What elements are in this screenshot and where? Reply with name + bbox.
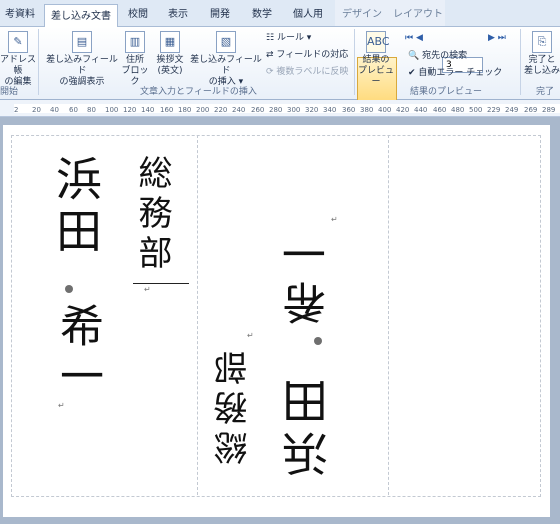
group-separator (520, 29, 521, 95)
highlight-merge-fields-button[interactable]: ▤ 差し込みフィールド の強調表示 (44, 31, 120, 88)
rules-icon: ☷ (266, 33, 277, 43)
tab-mailings[interactable]: 差し込み文書 (44, 4, 118, 28)
paragraph-mark: ↵ (331, 215, 338, 224)
preview-results-button[interactable]: ABC 結果の プレビュー (357, 31, 395, 88)
ruler-tick-label: 160 (160, 106, 174, 114)
group-label-preview: 結果のプレビュー (410, 87, 483, 97)
last-record-icon[interactable]: ⏭ (498, 33, 506, 43)
greeting-icon: ▦ (160, 31, 180, 53)
tab-personal[interactable]: 個人用 (286, 3, 330, 26)
ruler-bar: 2 20 40 60 80 100 120 140 160 180 200 220 240 260 280 3… (14, 104, 560, 114)
ribbon-tabs: 考資料 差し込み文書 校閲 表示 開発 数学 個人用 デザイン レイアウト (0, 0, 560, 28)
paragraph-mark: ↵ (144, 285, 151, 294)
ruler-tick-label: 320 (305, 106, 319, 114)
preview-results-icon: ABC (366, 31, 390, 53)
insert-merge-field-button[interactable]: ▧ 差し込みフィールド の挿入 ▾ (188, 31, 264, 88)
group-label-finish: 完了 (536, 87, 555, 97)
ruler-tick-label: 280 (269, 106, 283, 114)
ribbon: ✎ アドレス帳 の編集 ▤ 差し込みフィールド の強調表示 ▥ 住所 ブロック … (0, 27, 560, 113)
label-right-family-name: 浜田 (281, 373, 335, 477)
ruler-tick-label: 40 (50, 106, 59, 114)
insert-field-icon: ▧ (216, 31, 236, 53)
tab-math[interactable]: 数学 (244, 3, 280, 26)
greeting-line-button[interactable]: ▦ 挨拶文 (英文) (152, 31, 188, 77)
label-right-department: 総務部 (214, 345, 254, 465)
ruler-tick-label: 380 (360, 106, 374, 114)
label-left-family-name: 浜田 (49, 155, 103, 259)
ruler-tick-label: 100 (105, 106, 119, 114)
ruler-tick-label: 229 (487, 106, 501, 114)
first-record-icon[interactable]: ⏮ (405, 33, 413, 43)
label-column-divider (197, 135, 199, 495)
word-window: 考資料 差し込み文書 校閲 表示 開発 数学 個人用 デザイン レイアウト ✎ … (0, 0, 560, 524)
tab-view[interactable]: 表示 (160, 3, 196, 26)
paragraph-mark: ↵ (58, 401, 65, 410)
ruler-tick-label: 360 (342, 106, 356, 114)
find-recipient-icon: 🔍 (408, 51, 423, 61)
update-labels-icon: ⟳ (266, 67, 277, 77)
ruler-tick-label: 140 (141, 106, 155, 114)
ruler-tick-label: 20 (32, 106, 41, 114)
check-errors-icon: ✔ (408, 68, 419, 78)
find-recipient-button[interactable]: 🔍 宛先の検索 (408, 50, 467, 62)
ruler-tick-label: 2 (14, 106, 19, 114)
ruler-tick-label: 460 (433, 106, 447, 114)
name-separator-dot (314, 337, 322, 345)
ruler-tick-label: 80 (87, 106, 96, 114)
finish-merge-button[interactable]: ⎘ 完了と 差し込み (524, 31, 560, 77)
ruler-tick-label: 240 (232, 106, 246, 114)
update-labels-button: ⟳ 複数ラベルに反映 (266, 67, 349, 77)
group-separator (38, 29, 39, 95)
ruler-tick-label: 300 (287, 106, 301, 114)
address-block-icon: ▥ (125, 31, 145, 53)
record-navigation: ⏮ ◀ (405, 32, 423, 44)
paragraph-mark: ↵ (247, 331, 254, 340)
label-column-divider (388, 135, 390, 495)
label-left-department: 総務部 (132, 155, 172, 275)
record-navigation-forward: ▶ ⏭ (488, 32, 506, 44)
group-label-start: 開始 (0, 87, 19, 97)
tab-design[interactable]: デザイン (340, 3, 384, 26)
ruler-tick-label: 400 (378, 106, 392, 114)
name-separator-dot (65, 285, 73, 293)
ruler-tick-label: 420 (396, 106, 410, 114)
document-area[interactable]: 浜田 希一 総務部 浜田 希一 総務部 ↵ ↵ ↵ ↵ (0, 117, 560, 524)
ruler-tick-label: 180 (178, 106, 192, 114)
rules-button[interactable]: ☷ ルール ▾ (266, 32, 311, 44)
document-page[interactable]: 浜田 希一 総務部 浜田 希一 総務部 ↵ ↵ ↵ ↵ (3, 125, 550, 517)
label-left-given-name: 希一 (52, 303, 103, 403)
ruler-tick-label: 480 (451, 106, 465, 114)
highlight-fields-icon: ▤ (72, 31, 92, 53)
finish-merge-icon: ⎘ (532, 31, 552, 53)
edit-address-list-button[interactable]: ✎ アドレス帳 の編集 (0, 31, 36, 88)
auto-check-errors-button[interactable]: ✔ 自動エラー チェック (408, 67, 502, 79)
horizontal-ruler[interactable]: 2 20 40 60 80 100 120 140 160 180 200 220 240 260 280 3… (0, 100, 560, 117)
group-separator (354, 29, 355, 95)
address-book-icon: ✎ (8, 31, 28, 53)
tab-references[interactable]: 考資料 (0, 3, 40, 26)
label-right-given-name: 希一 (283, 225, 334, 325)
tab-developer[interactable]: 開発 (202, 3, 238, 26)
address-block-button[interactable]: ▥ 住所 ブロック (120, 31, 150, 88)
tab-review[interactable]: 校閲 (120, 3, 156, 26)
group-label-write-insert: 文章入力とフィールドの挿入 (140, 87, 257, 97)
ruler-tick-label: 500 (469, 106, 483, 114)
ruler-tick-label: 200 (196, 106, 210, 114)
ruler-tick-label: 440 (414, 106, 428, 114)
ruler-tick-label: 220 (214, 106, 228, 114)
tab-layout[interactable]: レイアウト (392, 3, 444, 26)
ruler-tick-label: 120 (123, 106, 137, 114)
next-record-icon[interactable]: ▶ (488, 33, 495, 43)
ruler-tick-label: 260 (251, 106, 265, 114)
ruler-tick-label: 340 (323, 106, 337, 114)
match-fields-icon: ⇄ (266, 50, 277, 60)
department-underline (133, 283, 189, 284)
previous-record-icon[interactable]: ◀ (416, 33, 423, 43)
ruler-tick-label: 269 (524, 106, 538, 114)
ruler-tick-label: 60 (69, 106, 78, 114)
ruler-tick-label: 249 (505, 106, 519, 114)
match-fields-button[interactable]: ⇄ フィールドの対応 (266, 49, 348, 61)
ruler-tick-label: 289 (542, 106, 556, 114)
